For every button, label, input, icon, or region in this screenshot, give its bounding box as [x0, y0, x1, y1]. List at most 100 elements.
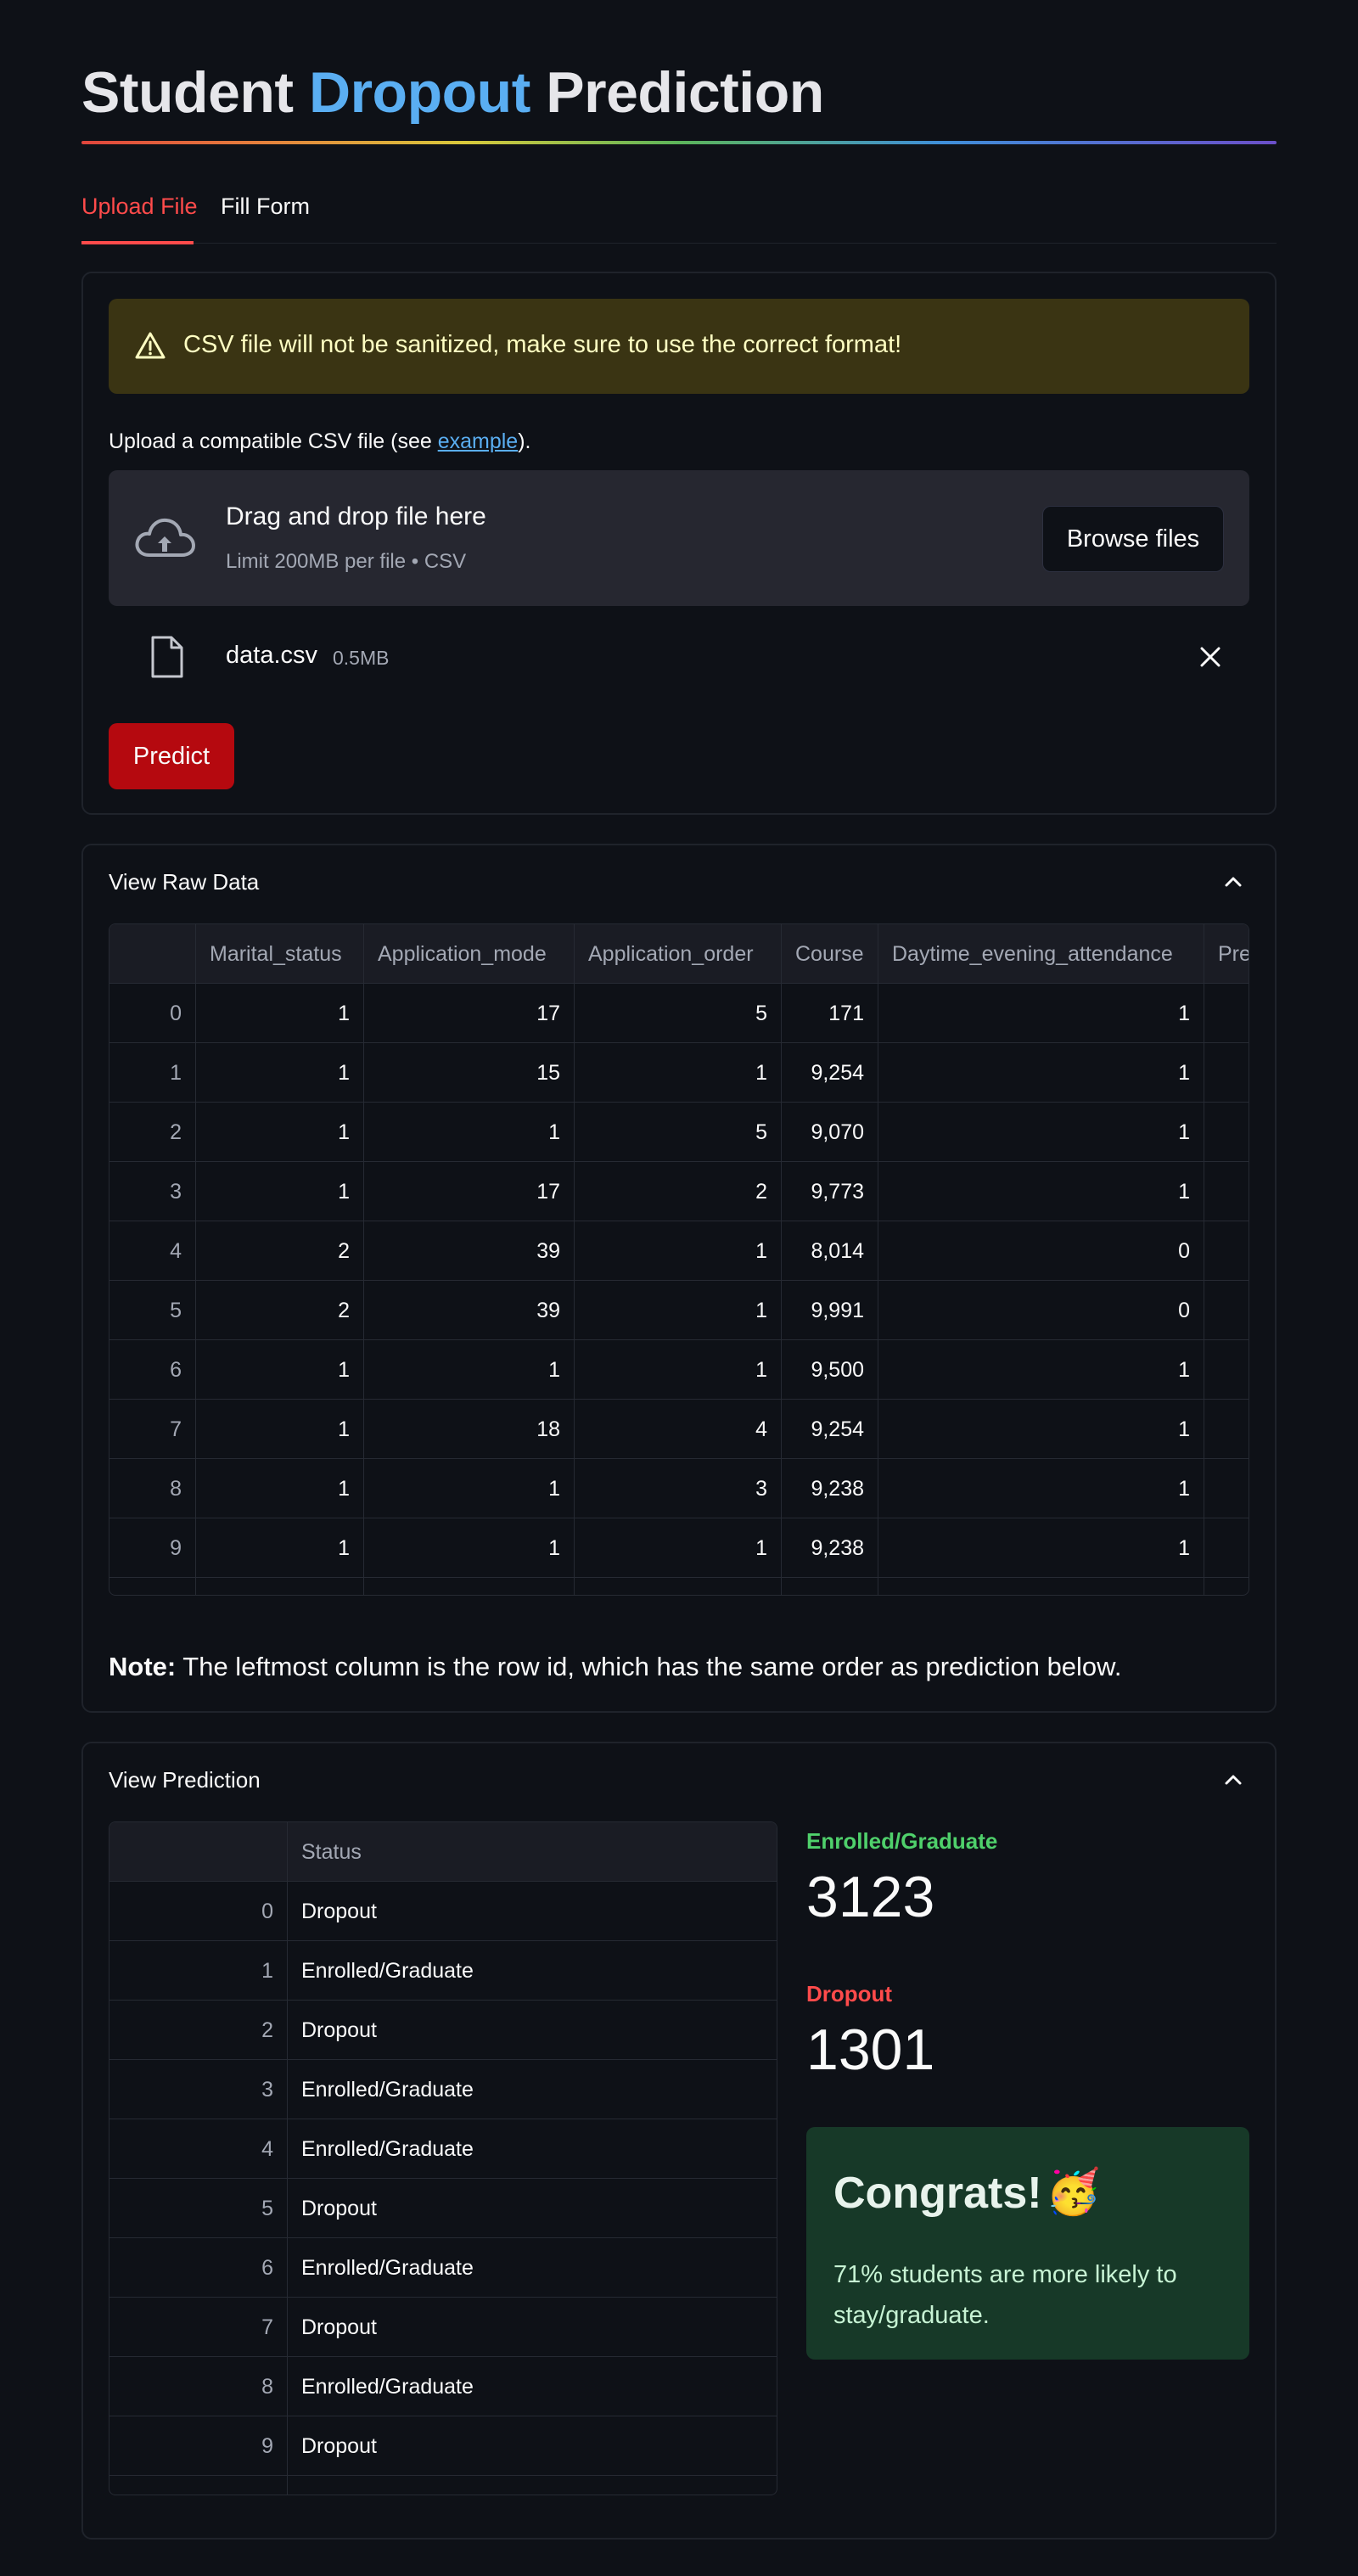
table-cell[interactable]: 1 [364, 1340, 575, 1400]
table-cell[interactable]: 1 [364, 1103, 575, 1162]
status-cell[interactable]: Dropout [288, 2179, 777, 2238]
table-cell[interactable]: 0 [878, 1281, 1204, 1340]
table-row: 4 Enrolled/Graduate [109, 2119, 777, 2179]
table-cell[interactable]: 9,238 [782, 1518, 878, 1578]
table-cell[interactable]: 2 [575, 1162, 782, 1221]
table-cell[interactable]: 9,500 [782, 1340, 878, 1400]
table-cell[interactable]: 1 [196, 1340, 364, 1400]
tab-upload-file[interactable]: Upload File [81, 194, 198, 220]
table-cell[interactable]: 1 [575, 1043, 782, 1103]
table-cell[interactable]: 4 [575, 1400, 782, 1459]
file-dropzone[interactable]: Drag and drop file here Limit 200MB per … [109, 470, 1249, 606]
chevron-up-icon[interactable] [1224, 1774, 1243, 1786]
table-cell[interactable]: 1 [878, 1459, 1204, 1518]
status-cell[interactable]: Dropout [288, 2416, 777, 2476]
title-accent: Dropout [308, 60, 530, 125]
table-row: 6 Enrolled/Graduate [109, 2238, 777, 2298]
tab-fill-form[interactable]: Fill Form [221, 194, 310, 220]
table-cell[interactable]: 9,773 [782, 1162, 878, 1221]
column-header[interactable]: Daytime_evening_attendance [878, 924, 1204, 984]
table-cell[interactable]: 2 [196, 1281, 364, 1340]
table-cell[interactable]: 9,238 [782, 1459, 878, 1518]
table-row: 3 Enrolled/Graduate [109, 2060, 777, 2119]
table-cell[interactable]: 1 [196, 1518, 364, 1578]
table-cell[interactable]: 1 [196, 1459, 364, 1518]
table-cell[interactable]: 1 [364, 1459, 575, 1518]
table-row: 8 Enrolled/Graduate [109, 2357, 777, 2416]
table-cell[interactable]: 1 [575, 1340, 782, 1400]
table-cell[interactable]: 1 [196, 1162, 364, 1221]
status-cell[interactable]: Enrolled/Graduate [288, 1941, 777, 2001]
column-header[interactable]: Marital_status [196, 924, 364, 984]
example-link[interactable]: example [438, 429, 519, 453]
table-cell[interactable]: 3 [575, 1459, 782, 1518]
table-cell[interactable]: 1 [878, 1162, 1204, 1221]
table-cell[interactable]: 1 [878, 1340, 1204, 1400]
prediction-table[interactable]: Status 0 Dropout 1 Enrolled/Graduate 2 Dropout… [109, 1821, 777, 2495]
table-cell[interactable]: 15 [364, 1043, 575, 1103]
table-cell[interactable]: 8,014 [782, 1221, 878, 1281]
table-cell[interactable]: 0 [878, 1221, 1204, 1281]
table-row: 0 Dropout [109, 1882, 777, 1941]
upload-label-suffix: ). [518, 429, 531, 453]
table-cell[interactable]: 9,991 [782, 1281, 878, 1340]
table-cell[interactable]: 5 [575, 1103, 782, 1162]
table-cell[interactable]: 9,070 [782, 1103, 878, 1162]
column-header[interactable]: Course [782, 924, 878, 984]
prediction-expander: View Prediction Status 0 Dropout 1 Enrolled/… [81, 1742, 1277, 2540]
column-header[interactable]: Application_order [575, 924, 782, 984]
table-cell[interactable]: 5 [575, 984, 782, 1043]
party-face-icon: 🥳 [1046, 2167, 1101, 2218]
status-cell[interactable]: Dropout [288, 2001, 777, 2060]
table-cell-truncated [1204, 1400, 1249, 1459]
table-cell[interactable]: 1 [575, 1221, 782, 1281]
status-cell[interactable]: Enrolled/Graduate [288, 2060, 777, 2119]
dropzone-limit: Limit 200MB per file • CSV [226, 550, 467, 573]
table-cell[interactable]: 1 [878, 1518, 1204, 1578]
predict-button[interactable]: Predict [109, 723, 234, 789]
table-cell[interactable]: 1 [878, 1400, 1204, 1459]
column-header[interactable]: Pre [1204, 924, 1249, 984]
status-cell[interactable]: Enrolled/Graduate [288, 2476, 777, 2495]
raw-data-table[interactable]: Marital_status Application_mode Applicatio… [109, 923, 1249, 1596]
upload-label: Upload a compatible CSV file (see exampl… [109, 429, 530, 454]
table-cell[interactable]: 39 [364, 1221, 575, 1281]
column-header[interactable]: Application_mode [364, 924, 575, 984]
row-index: 0 [109, 1882, 288, 1941]
table-cell[interactable]: 17 [364, 1162, 575, 1221]
header-cell-index [109, 924, 196, 984]
table-cell[interactable]: 1 [575, 1518, 782, 1578]
table-cell[interactable]: 1 [196, 1400, 364, 1459]
table-cell[interactable]: 1 [878, 1103, 1204, 1162]
table-cell[interactable]: 1 [196, 1043, 364, 1103]
chevron-up-icon[interactable] [1224, 876, 1243, 888]
table-cell[interactable]: 9,254 [782, 1043, 878, 1103]
table-cell[interactable]: 39 [364, 1281, 575, 1340]
table-cell[interactable]: 1 [196, 1103, 364, 1162]
status-cell[interactable]: Enrolled/Graduate [288, 2238, 777, 2298]
status-cell[interactable]: Dropout [288, 2298, 777, 2357]
raw-data-expander-header[interactable]: View Raw Data [109, 869, 259, 895]
table-cell[interactable]: 18 [364, 1400, 575, 1459]
table-row: 0 1 17 5 171 1 [109, 984, 1249, 1043]
prediction-expander-header[interactable]: View Prediction [109, 1767, 261, 1793]
table-cell[interactable]: 1 [364, 1518, 575, 1578]
browse-files-button[interactable]: Browse files [1042, 506, 1224, 572]
table-cell[interactable]: 1 [575, 1281, 782, 1340]
status-cell[interactable]: Enrolled/Graduate [288, 2119, 777, 2179]
success-text: 71% students are more likely to stay/gra… [833, 2261, 1177, 2329]
table-cell[interactable]: 17 [364, 984, 575, 1043]
table-cell[interactable]: 171 [782, 984, 878, 1043]
table-cell[interactable]: 1 [878, 1043, 1204, 1103]
table-cell[interactable]: 1 [878, 984, 1204, 1043]
row-index: 8 [109, 1459, 196, 1518]
status-cell[interactable]: Enrolled/Graduate [288, 2357, 777, 2416]
table-cell[interactable]: 9,254 [782, 1400, 878, 1459]
table-cell[interactable]: 1 [196, 984, 364, 1043]
table-row: 8 1 1 3 9,238 1 [109, 1459, 1249, 1518]
metric-dropout-value: 1301 [806, 2018, 935, 2082]
close-icon[interactable] [1198, 645, 1222, 669]
status-cell[interactable]: Dropout [288, 1882, 777, 1941]
table-cell[interactable]: 2 [196, 1221, 364, 1281]
column-header-status[interactable]: Status [288, 1822, 777, 1882]
